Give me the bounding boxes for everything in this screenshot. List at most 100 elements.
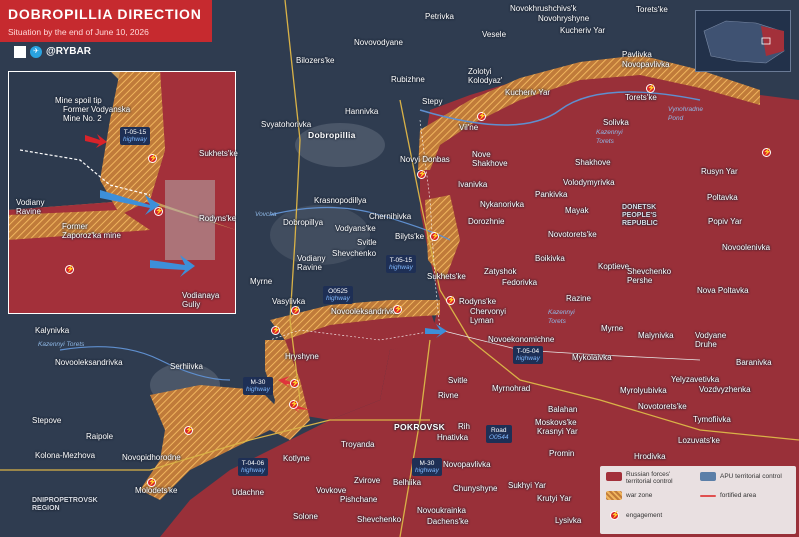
legend-war-zone: war zone — [626, 492, 653, 499]
label-lysivka: Lysivka — [555, 516, 582, 525]
label-molodetske: Molodets'ke — [135, 486, 178, 495]
label-promin: Promin — [549, 449, 575, 458]
inset-label-rodyns: Rodyns'ke — [199, 214, 237, 223]
legend-swatch-fortified — [700, 495, 716, 497]
engagement-icon: ⚡ — [290, 379, 300, 388]
label-novyi-donbas: Novyi Donbas — [400, 155, 450, 164]
label-vodyans-ke: Vodyans'ke — [335, 224, 376, 233]
legend-swatch-war-zone — [606, 491, 622, 500]
label-nykanorivka: Nykanorivka — [480, 200, 525, 209]
brand-handle: @RYBAR — [46, 46, 91, 57]
label-novopidhorodne: Novopidhorodne — [122, 453, 181, 462]
label-rih: Rih — [458, 422, 471, 431]
label-shevchenko: Shevchenko — [332, 249, 377, 258]
map-title: DOBROPILLIA DIRECTION — [8, 6, 202, 22]
label-myrnohrad: Myrnohrad — [492, 384, 531, 393]
label-vilne: Vil'ne — [459, 123, 479, 132]
map-stage: { "header": { "title": "DOBROPILLIA DIRE… — [0, 0, 799, 537]
label-kucheriv-yar-n: Kucheriv Yar — [560, 26, 606, 35]
label-svitle-n: Svitle — [357, 238, 377, 247]
engagement-icon: ⚡ — [65, 265, 75, 274]
label-pokrovsk: POKROVSK — [394, 422, 446, 432]
label-bilyts-ke: Bilyts'ke — [395, 232, 425, 241]
label-myrne2: Myrne — [601, 324, 624, 333]
label-volodymyrivka: Volodymyrivka — [563, 178, 615, 187]
label-kolona-mezhova: Kolona-Mezhova — [35, 451, 96, 460]
water-label-vovcha: Vovcha — [255, 211, 277, 218]
label-chernihivka: Chernihivka — [369, 212, 412, 221]
label-zatyshok: Zatyshok — [484, 267, 517, 276]
water-label-kazennyi-torets: Kazennyi Torets — [596, 129, 623, 145]
inset-label-guly: Vodianaya Guliy — [182, 291, 220, 309]
water-label-vynohradne: Vynohradne Pond — [668, 106, 703, 122]
label-novohryshyne: Novohryshyne — [538, 14, 590, 23]
label-rusyn-yar: Rusyn Yar — [701, 167, 738, 176]
label-popiv-yar: Popiv Yar — [708, 217, 742, 226]
label-novovodyane: Novovodyane — [354, 38, 403, 47]
label-novotorets2: Novotorets'ke — [638, 402, 687, 411]
label-stepy: Stepy — [422, 97, 443, 106]
title-banner: DOBROPILLIA DIRECTION Situation by the e… — [0, 0, 212, 42]
engagement-icon: ⚡ — [430, 232, 440, 241]
label-torets: Torets'ke — [636, 5, 668, 14]
engagement-icon: ⚡ — [148, 154, 158, 163]
label-vozdvyzhenka: Vozdvyzhenka — [699, 385, 751, 394]
telegram-icon: ✈ — [30, 46, 42, 58]
label-stepove: Stepove — [32, 416, 62, 425]
label-krasnopodillya: Krasnopodillya — [314, 196, 367, 205]
legend-fortified-area: fortified area — [720, 492, 757, 499]
legend-swatch-russian — [606, 472, 622, 481]
legend-engagement: engagement — [626, 512, 663, 519]
engagement-icon: ⚡ — [446, 296, 456, 305]
engagement-icon: ⚡ — [184, 426, 194, 435]
inset-label-mine-spoil: Mine spoil tip — [55, 96, 102, 105]
label-lozuvats-ke: Lozuvats'ke — [678, 436, 720, 445]
label-solone: Solone — [293, 512, 318, 521]
label-novoukrainka: Novoukrainka — [417, 506, 466, 515]
label-dobropillya2: Dobropillya — [283, 218, 324, 227]
label-mayak: Mayak — [565, 206, 589, 215]
engagement-icon: ⚡ — [291, 306, 301, 315]
label-shevchenko-s: Shevchenko — [357, 515, 402, 524]
label-hnativka: Hnativka — [437, 433, 469, 442]
label-belhiika: Belhiika — [393, 478, 422, 487]
label-donetsk-region: DONETSK PEOPLE'S REPUBLIC — [622, 204, 658, 227]
label-sukhets-ke2: Sukhets'ke — [427, 272, 466, 281]
legend-swatch-apu — [700, 472, 716, 481]
engagement-icon: ⚡ — [154, 207, 164, 216]
label-hannivka: Hannivka — [345, 107, 379, 116]
label-novooleksandrivka-w: Novooleksandrivka — [55, 358, 123, 367]
label-svitle-s: Svitle — [448, 376, 468, 385]
highway-badge-m30-s: M-30 highway — [412, 458, 442, 476]
label-dobropillia: Dobropillia — [308, 130, 356, 140]
label-novoolenivka: Novoolenivka — [722, 243, 771, 252]
qr-code-icon — [14, 46, 26, 58]
label-pankivka: Pankivka — [535, 190, 568, 199]
label-novoekonomichne: Novoekonomichne — [488, 335, 555, 344]
label-moskovs-ke: Moskovs'ke — [535, 418, 577, 427]
label-balahan: Balahan — [548, 405, 578, 414]
label-hryshyne: Hryshyne — [285, 352, 319, 361]
label-petrivka: Petrivka — [425, 12, 454, 21]
label-vodyane-druhe: Vodyane Druhe — [695, 331, 727, 349]
label-dnipropetrovsk-region: DNIPROPETROVSK REGION — [32, 497, 98, 512]
highway-badge-t0406: T-04-06 highway — [238, 458, 268, 476]
inset-label-sukhets: Sukhets'ke — [199, 149, 238, 158]
highway-badge-road-o0544: Road O0544 — [486, 425, 512, 443]
label-yelyzavetivka: Yelyzavetivka — [671, 375, 720, 384]
engagement-icon: ⚡ — [147, 478, 157, 487]
label-troyanda: Troyanda — [341, 440, 375, 449]
highway-badge-o0525: O0525 highway — [323, 286, 353, 304]
label-sviatohorivka: Svyatohorivka — [261, 120, 312, 129]
label-novotorets: Novotorets'ke — [548, 230, 597, 239]
label-kalynivka: Kalynivka — [35, 326, 70, 335]
highway-badge-t0504: T-05-04 highway — [513, 346, 543, 364]
engagement-icon: ⚡ — [289, 400, 299, 409]
engagement-icon: ⚡ — [646, 84, 656, 93]
engagement-icon: ⚡ — [477, 112, 487, 121]
label-solivka: Solivka — [603, 118, 629, 127]
label-ivanivka: Ivanivka — [458, 180, 488, 189]
label-bilozerske: Bilozers'ke — [296, 56, 335, 65]
label-dachens-ke: Dachens'ke — [427, 517, 469, 526]
label-pavlivka: Pavlivka — [622, 50, 652, 59]
